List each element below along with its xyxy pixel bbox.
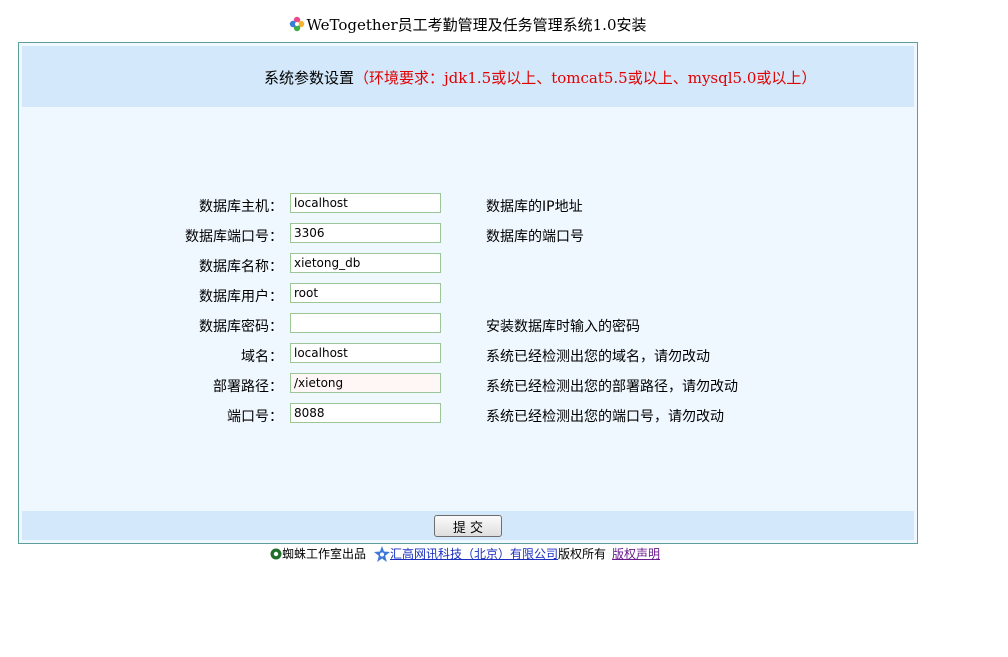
db-host-label: 数据库主机： xyxy=(199,199,283,215)
db-user-label: 数据库用户： xyxy=(199,289,283,305)
domain-hint: 系统已经检测出您的域名，请勿改动 xyxy=(486,349,710,365)
db-host-hint: 数据库的IP地址 xyxy=(486,199,583,215)
page-title: WeTogether员工考勤管理及任务管理系统1.0安装 xyxy=(306,16,647,34)
port-hint: 系统已经检测出您的端口号，请勿改动 xyxy=(486,409,724,425)
field-row-db-name: 数据库名称： xyxy=(19,253,917,277)
db-name-label: 数据库名称： xyxy=(199,259,283,275)
company-link[interactable]: 汇高网讯科技（北京）有限公司 xyxy=(390,547,558,561)
db-password-label: 数据库密码： xyxy=(199,319,283,335)
field-row-domain: 域名： 系统已经检测出您的域名，请勿改动 xyxy=(19,343,917,367)
panel-footer: 提 交 xyxy=(22,511,914,540)
db-port-hint: 数据库的端口号 xyxy=(486,229,584,245)
domain-label: 域名： xyxy=(241,349,283,365)
environment-requirements: （环境要求：jdk1.5或以上、tomcat5.5或以上、mysql5.0或以上… xyxy=(354,69,817,87)
panel-header: 系统参数设置（环境要求：jdk1.5或以上、tomcat5.5或以上、mysql… xyxy=(22,46,914,107)
db-port-label: 数据库端口号： xyxy=(185,229,283,245)
star-burst-icon xyxy=(374,546,391,562)
page-footer: 蜘蛛工作室出品 汇高网讯科技（北京）有限公司版权所有 版权声明 xyxy=(270,545,660,562)
copyright-link[interactable]: 版权声明 xyxy=(612,547,660,561)
submit-button[interactable]: 提 交 xyxy=(434,515,502,537)
db-password-hint: 安装数据库时输入的密码 xyxy=(486,319,640,335)
db-user-input[interactable] xyxy=(290,283,441,303)
deploy-path-hint: 系统已经检测出您的部署路径，请勿改动 xyxy=(486,379,738,395)
db-port-input[interactable] xyxy=(290,223,441,243)
heading-text: 系统参数设置 xyxy=(264,69,355,87)
settings-panel: 系统参数设置（环境要求：jdk1.5或以上、tomcat5.5或以上、mysql… xyxy=(18,42,918,544)
deploy-path-label: 部署路径： xyxy=(213,379,283,395)
studio-credit: 蜘蛛工作室出品 xyxy=(282,547,367,561)
db-host-input[interactable] xyxy=(290,193,441,213)
panel-heading: 系统参数设置（环境要求：jdk1.5或以上、tomcat5.5或以上、mysql… xyxy=(264,67,816,88)
field-row-db-password: 数据库密码： 安装数据库时输入的密码 xyxy=(19,313,917,337)
flower-logo-icon xyxy=(290,16,305,32)
db-password-input[interactable] xyxy=(290,313,441,333)
domain-input[interactable] xyxy=(290,343,441,363)
field-row-deploy-path: 部署路径： 系统已经检测出您的部署路径，请勿改动 xyxy=(19,373,917,397)
deploy-path-input[interactable] xyxy=(290,373,441,393)
field-row-db-port: 数据库端口号： 数据库的端口号 xyxy=(19,223,917,247)
port-label: 端口号： xyxy=(227,409,283,425)
field-row-db-user: 数据库用户： xyxy=(19,283,917,307)
page-title-row: WeTogether员工考勤管理及任务管理系统1.0安装 xyxy=(0,14,936,35)
db-name-input[interactable] xyxy=(290,253,441,273)
field-row-db-host: 数据库主机： 数据库的IP地址 xyxy=(19,193,917,217)
field-row-port: 端口号： 系统已经检测出您的端口号，请勿改动 xyxy=(19,403,917,427)
spider-icon xyxy=(270,548,282,560)
rights-text: 版权所有 xyxy=(558,547,607,561)
port-input[interactable] xyxy=(290,403,441,423)
